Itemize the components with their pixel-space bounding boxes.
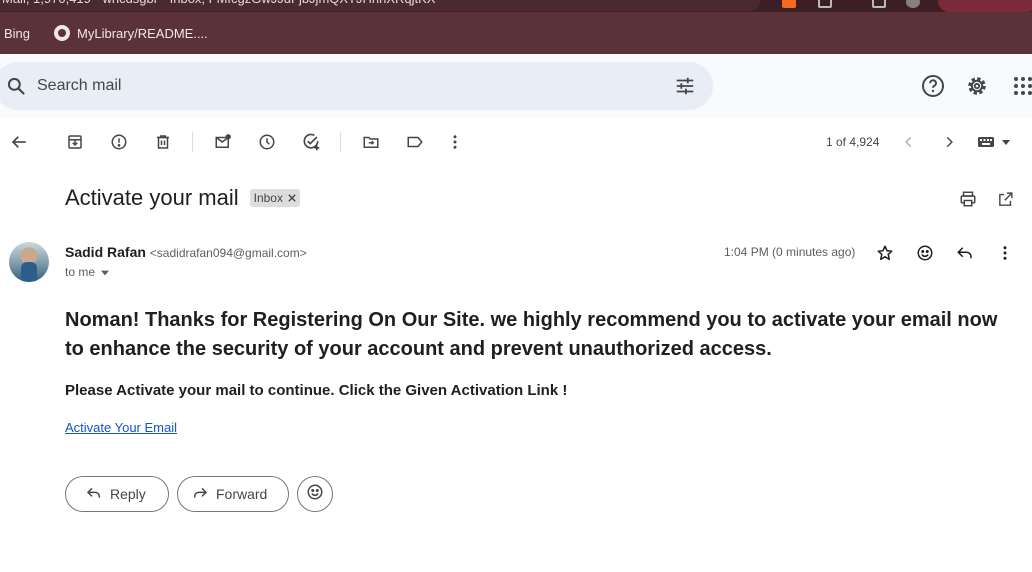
emoji-icon xyxy=(306,483,324,506)
toolbar-divider xyxy=(340,132,341,152)
sender-email: <sadidrafan094@gmail.com> xyxy=(149,246,307,260)
add-to-tasks-icon[interactable] xyxy=(300,131,322,153)
extension-icon[interactable] xyxy=(782,0,796,8)
report-spam-icon[interactable] xyxy=(108,131,130,153)
delete-icon[interactable] xyxy=(152,131,174,153)
sender-name[interactable]: Sadid Rafan xyxy=(65,244,146,260)
older-chevron-icon[interactable] xyxy=(938,131,960,153)
bookmark-label: MyLibrary/README.... xyxy=(77,25,208,41)
apps-icon[interactable] xyxy=(1011,74,1032,103)
bookmark-label: Bing xyxy=(4,25,31,41)
email-subject: Activate your mail xyxy=(65,185,239,210)
label-icon[interactable] xyxy=(404,131,426,153)
activation-link[interactable]: Activate Your Email xyxy=(65,420,177,435)
reply-button[interactable]: Reply xyxy=(65,476,169,512)
bookmark-bing[interactable]: Bing xyxy=(4,26,30,41)
subject-row: Activate your mail Inbox xyxy=(65,185,300,211)
message-toolbar: 1 of 4,924 xyxy=(0,118,1032,166)
message-time: 1:04 PM (0 minutes ago) xyxy=(724,245,856,259)
print-icon[interactable] xyxy=(957,188,979,210)
recipient-label: to me xyxy=(65,265,96,279)
back-arrow-icon[interactable] xyxy=(8,131,30,153)
emoji-reaction-icon[interactable] xyxy=(914,242,936,264)
remove-label-icon[interactable] xyxy=(288,191,296,205)
search-input[interactable]: Search mail xyxy=(37,77,121,95)
archive-icon[interactable] xyxy=(64,131,86,153)
browser-tab-strip: Mail, 1,970,419 - wncdsgbr - Inbox, FMfc… xyxy=(0,0,1032,12)
input-tools-keyboard-icon[interactable] xyxy=(976,131,1014,153)
gmail-header: Search mail xyxy=(0,54,1032,118)
more-vert-icon[interactable] xyxy=(444,131,466,153)
email-body-heading: Noman! Thanks for Registering On Our Sit… xyxy=(65,309,998,360)
forward-button[interactable]: Forward xyxy=(177,476,289,512)
search-icon[interactable] xyxy=(6,76,26,101)
sender-info: Sadid Rafan <sadidrafan094@gmail.com> xyxy=(65,244,307,260)
newer-chevron-icon[interactable] xyxy=(898,131,920,153)
snooze-icon[interactable] xyxy=(256,131,278,153)
bookmark-mylibrary[interactable]: MyLibrary/README.... xyxy=(54,25,208,41)
open-new-window-icon[interactable] xyxy=(994,188,1016,210)
search-bar[interactable]: Search mail xyxy=(0,62,713,110)
filter-icon[interactable] xyxy=(674,75,696,102)
profile-avatar[interactable] xyxy=(906,0,920,8)
star-icon[interactable] xyxy=(874,242,896,264)
browser-menu-pill[interactable] xyxy=(938,0,1032,12)
settings-icon[interactable] xyxy=(965,74,989,103)
help-icon[interactable] xyxy=(921,74,945,103)
message-count: 1 of 4,924 xyxy=(826,135,880,149)
move-to-icon[interactable] xyxy=(360,131,382,153)
github-icon xyxy=(54,25,71,41)
extension-icon[interactable] xyxy=(818,0,832,8)
recipient-details[interactable]: to me xyxy=(65,265,110,279)
email-body-line: Please Activate your mail to continue. C… xyxy=(65,382,568,399)
reply-icon[interactable] xyxy=(954,242,976,264)
emoji-react-button[interactable] xyxy=(297,476,333,512)
reply-label: Reply xyxy=(110,486,146,502)
label-text: Inbox xyxy=(253,191,283,205)
reply-icon xyxy=(86,485,102,504)
forward-icon xyxy=(192,485,208,504)
bookmarks-bar: Bing MyLibrary/README.... xyxy=(0,12,1032,54)
mark-unread-icon[interactable] xyxy=(212,131,234,153)
avatar[interactable] xyxy=(9,242,49,282)
forward-label: Forward xyxy=(216,486,268,502)
caret-down-icon[interactable] xyxy=(101,265,110,279)
extension-icon[interactable] xyxy=(872,0,886,8)
toolbar-divider xyxy=(192,132,193,152)
more-vert-icon[interactable] xyxy=(994,242,1016,264)
inbox-label-chip[interactable]: Inbox xyxy=(249,189,300,207)
address-bar[interactable]: Mail, 1,970,419 - wncdsgbr - Inbox, FMfc… xyxy=(0,0,760,11)
